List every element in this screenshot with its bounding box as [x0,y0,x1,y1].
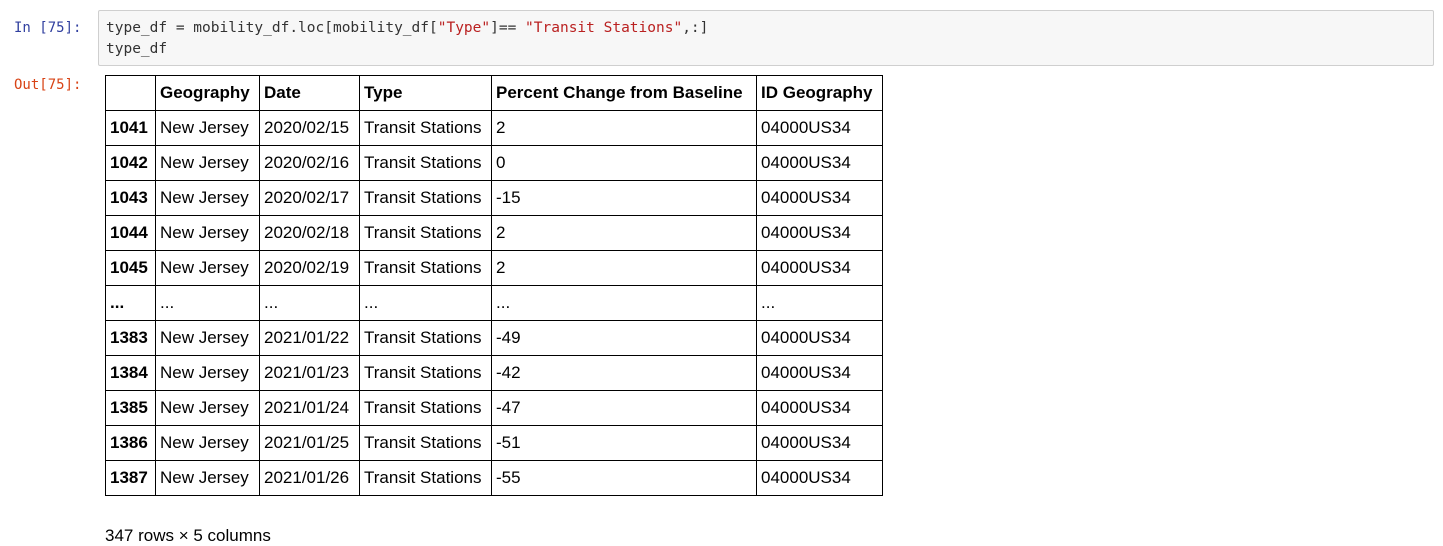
column-header-type: Type [359,75,492,111]
cell-geography: New Jersey [155,215,260,251]
cell-type: Transit Stations [359,110,492,146]
cell-geography: New Jersey [155,390,260,426]
row-index: 1383 [105,320,156,356]
row-index: 1043 [105,180,156,216]
table-row: 1387 New Jersey 2021/01/26 Transit Stations… [105,460,883,496]
cell-percent-change: 2 [491,250,757,286]
cell-date: ... [259,285,360,321]
cell-date: 2021/01/24 [259,390,360,426]
cell-date: 2021/01/26 [259,460,360,496]
cell-id-geography: 04000US34 [756,180,883,216]
table-row: 1386 New Jersey 2021/01/25 Transit Stations… [105,425,883,461]
cell-id-geography: 04000US34 [756,250,883,286]
column-header-index [105,75,156,111]
row-index: 1384 [105,355,156,391]
column-header-geography: Geography [155,75,260,111]
cell-date: 2020/02/17 [259,180,360,216]
cell-geography: New Jersey [155,320,260,356]
dataframe-shape-text: 347 rows × 5 columns [105,526,271,545]
column-header-percent-change: Percent Change from Baseline [491,75,757,111]
cell-id-geography: 04000US34 [756,355,883,391]
input-prompt: In [75]: [14,20,82,36]
cell-type: Transit Stations [359,250,492,286]
output-prompt: Out[75]: [14,77,82,93]
cell-geography: New Jersey [155,145,260,181]
table-header-row: Geography Date Type Percent Change from … [105,75,883,111]
code-input-area[interactable]: type_df = mobility_df.loc[mobility_df["T… [98,10,1434,66]
cell-percent-change: -47 [491,390,757,426]
row-index: ... [105,285,156,321]
cell-type: Transit Stations [359,180,492,216]
cell-date: 2020/02/18 [259,215,360,251]
cell-id-geography: 04000US34 [756,110,883,146]
row-index: 1386 [105,425,156,461]
cell-type: Transit Stations [359,145,492,181]
row-index: 1385 [105,390,156,426]
cell-percent-change: -51 [491,425,757,461]
table-row: .................. [105,285,883,321]
cell-id-geography: 04000US34 [756,390,883,426]
cell-type: Transit Stations [359,425,492,461]
cell-percent-change: ... [491,285,757,321]
cell-type: Transit Stations [359,390,492,426]
cell-percent-change: -15 [491,180,757,216]
table-row: 1044 New Jersey 2020/02/18 Transit Stations… [105,215,883,251]
cell-geography: ... [155,285,260,321]
table-row: 1041 New Jersey 2020/02/15 Transit Stations… [105,110,883,146]
table-row: 1043 New Jersey 2020/02/17 Transit Stations… [105,180,883,216]
cell-date: 2020/02/16 [259,145,360,181]
cell-id-geography: 04000US34 [756,460,883,496]
row-index: 1387 [105,460,156,496]
cell-type: Transit Stations [359,320,492,356]
row-index: 1045 [105,250,156,286]
cell-id-geography: 04000US34 [756,320,883,356]
cell-geography: New Jersey [155,180,260,216]
cell-date: 2021/01/25 [259,425,360,461]
code-line-2: type_df [106,41,168,57]
table-row: 1384 New Jersey 2021/01/23 Transit Stations… [105,355,883,391]
cell-geography: New Jersey [155,250,260,286]
cell-geography: New Jersey [155,110,260,146]
table-row: 1042 New Jersey 2020/02/16 Transit Stations… [105,145,883,181]
column-header-id-geography: ID Geography [756,75,883,111]
cell-geography: New Jersey [155,460,260,496]
code-line-1: type_df = mobility_df.loc[mobility_df["T… [106,20,709,36]
cell-geography: New Jersey [155,425,260,461]
table-row: 1045 New Jersey 2020/02/19 Transit Stations… [105,250,883,286]
dataframe-table: Geography Date Type Percent Change from … [105,75,883,496]
cell-date: 2020/02/15 [259,110,360,146]
cell-percent-change: -55 [491,460,757,496]
table-row: 1385 New Jersey 2021/01/24 Transit Stations… [105,390,883,426]
cell-type: Transit Stations [359,460,492,496]
cell-id-geography: 04000US34 [756,215,883,251]
cell-date: 2021/01/22 [259,320,360,356]
cell-date: 2020/02/19 [259,250,360,286]
cell-id-geography: 04000US34 [756,425,883,461]
cell-type: Transit Stations [359,215,492,251]
cell-type: Transit Stations [359,355,492,391]
cell-percent-change: -42 [491,355,757,391]
row-index: 1042 [105,145,156,181]
cell-date: 2021/01/23 [259,355,360,391]
cell-geography: New Jersey [155,355,260,391]
table-row: 1383 New Jersey 2021/01/22 Transit Stations… [105,320,883,356]
cell-type: ... [359,285,492,321]
cell-percent-change: 0 [491,145,757,181]
cell-percent-change: 2 [491,110,757,146]
cell-id-geography: 04000US34 [756,145,883,181]
column-header-date: Date [259,75,360,111]
cell-id-geography: ... [756,285,883,321]
cell-percent-change: 2 [491,215,757,251]
row-index: 1044 [105,215,156,251]
row-index: 1041 [105,110,156,146]
cell-percent-change: -49 [491,320,757,356]
